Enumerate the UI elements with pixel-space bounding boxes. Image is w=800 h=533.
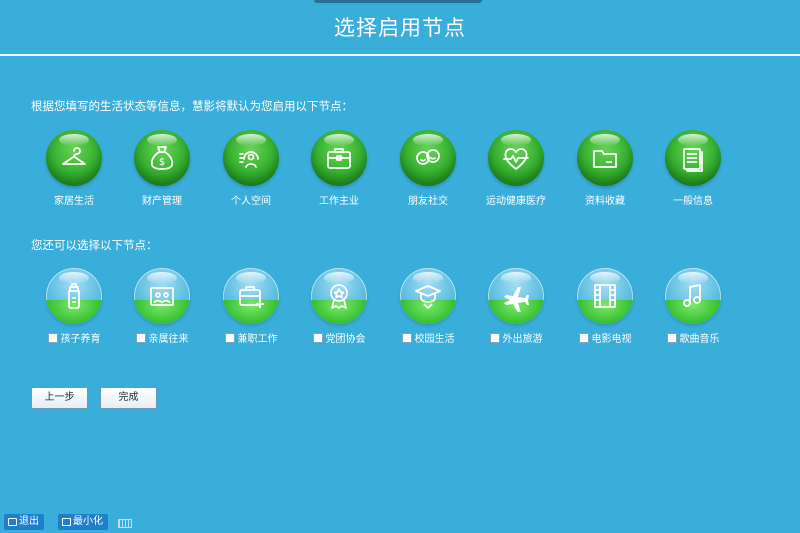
optional-nodes-row: 孩子养育 亲属往来 兼职工作 党团协会 校园生活 外出旅游 电影电视 歌曲音乐 xyxy=(28,268,768,358)
svg-text:$: $ xyxy=(159,157,165,168)
option-music[interactable]: 歌曲音乐 xyxy=(647,268,739,345)
node-label: 工作主业 xyxy=(319,196,359,207)
checkbox-option[interactable]: 兼职工作 xyxy=(205,330,297,345)
option-label: 歌曲音乐 xyxy=(679,334,720,345)
option-child-rearing[interactable]: 孩子养育 xyxy=(28,268,120,345)
graduation-cap-icon xyxy=(400,268,456,324)
option-film-tv[interactable]: 电影电视 xyxy=(559,268,651,345)
checkbox-option[interactable]: 校园生活 xyxy=(382,330,474,345)
node-label: 家居生活 xyxy=(54,196,94,207)
music-note-icon xyxy=(665,268,721,324)
checkbox-option[interactable]: 亲属往来 xyxy=(116,330,208,345)
checkbox[interactable] xyxy=(47,332,58,343)
family-photo-icon xyxy=(134,268,190,324)
top-handle xyxy=(314,0,482,3)
option-label: 兼职工作 xyxy=(237,334,278,345)
minimize-icon xyxy=(62,518,71,526)
folder-icon xyxy=(577,130,633,186)
airplane-icon xyxy=(488,268,544,324)
option-label: 亲属往来 xyxy=(148,334,189,345)
node-label: 个人空间 xyxy=(231,196,271,207)
checkbox[interactable] xyxy=(224,332,235,343)
minimize-button[interactable]: 最小化 xyxy=(58,514,108,530)
default-nodes-label: 根据您填写的生活状态等信息，慧影将默认为您启用以下节点： xyxy=(31,99,353,113)
option-label: 孩子养育 xyxy=(60,334,101,345)
node-label: 资料收藏 xyxy=(585,196,625,207)
option-campus-life[interactable]: 校园生活 xyxy=(382,268,474,345)
node-work[interactable]: 工作主业 xyxy=(293,130,385,207)
keyboard-icon[interactable] xyxy=(118,519,132,528)
checkbox-option[interactable]: 外出旅游 xyxy=(470,330,562,345)
node-finance[interactable]: $ 财产管理 xyxy=(116,130,208,207)
node-label: 财产管理 xyxy=(142,196,182,207)
option-travel[interactable]: 外出旅游 xyxy=(470,268,562,345)
checkbox-option[interactable]: 电影电视 xyxy=(559,330,651,345)
exit-button[interactable]: 退出 xyxy=(4,514,44,530)
prev-step-button[interactable]: 上一步 xyxy=(31,387,88,409)
option-party-association[interactable]: 党团协会 xyxy=(293,268,385,345)
title-divider xyxy=(0,54,800,56)
finish-button[interactable]: 完成 xyxy=(100,387,157,409)
node-health[interactable]: 运动健康医疗 xyxy=(470,130,562,207)
node-personal-space[interactable]: 个人空间 xyxy=(205,130,297,207)
checkbox[interactable] xyxy=(401,332,412,343)
checkbox-option[interactable]: 孩子养育 xyxy=(28,330,120,345)
node-label: 运动健康医疗 xyxy=(486,196,546,207)
node-label: 一般信息 xyxy=(673,196,713,207)
heartbeat-icon xyxy=(488,130,544,186)
node-home-life[interactable]: 家居生活 xyxy=(28,130,120,207)
node-social[interactable]: 朋友社交 xyxy=(382,130,474,207)
node-label: 朋友社交 xyxy=(408,196,448,207)
node-collection[interactable]: 资料收藏 xyxy=(559,130,651,207)
default-nodes-row: 家居生活 $ 财产管理 个人空间 工作主业 朋友社交 运动健康医疗 资料收藏 一… xyxy=(28,130,768,220)
checkbox[interactable] xyxy=(135,332,146,343)
film-strip-icon xyxy=(577,268,633,324)
bottom-bar: 退出 最小化 xyxy=(0,511,800,533)
checkbox-option[interactable]: 歌曲音乐 xyxy=(647,330,739,345)
option-label: 党团协会 xyxy=(325,334,366,345)
checkbox[interactable] xyxy=(578,332,589,343)
option-label: 电影电视 xyxy=(591,334,632,345)
minimize-label: 最小化 xyxy=(73,516,103,527)
checkbox[interactable] xyxy=(312,332,323,343)
checkbox[interactable] xyxy=(666,332,677,343)
checkbox-option[interactable]: 党团协会 xyxy=(293,330,385,345)
page-title: 选择启用节点 xyxy=(334,16,466,40)
option-label: 外出旅游 xyxy=(502,334,543,345)
option-label: 校园生活 xyxy=(414,334,455,345)
checkbox[interactable] xyxy=(489,332,500,343)
optional-nodes-label: 您还可以选择以下节点： xyxy=(31,238,158,252)
exit-icon xyxy=(8,518,17,526)
badge-star-icon xyxy=(311,268,367,324)
documents-icon xyxy=(665,130,721,186)
money-bag-icon: $ xyxy=(134,130,190,186)
briefcase-plus-icon xyxy=(223,268,279,324)
briefcase-icon xyxy=(311,130,367,186)
personal-space-icon xyxy=(223,130,279,186)
baby-bottle-icon xyxy=(46,268,102,324)
chat-faces-icon xyxy=(400,130,456,186)
option-relatives[interactable]: 亲属往来 xyxy=(116,268,208,345)
exit-label: 退出 xyxy=(19,516,39,527)
hanger-icon xyxy=(46,130,102,186)
node-general-info[interactable]: 一般信息 xyxy=(647,130,739,207)
option-part-time[interactable]: 兼职工作 xyxy=(205,268,297,345)
